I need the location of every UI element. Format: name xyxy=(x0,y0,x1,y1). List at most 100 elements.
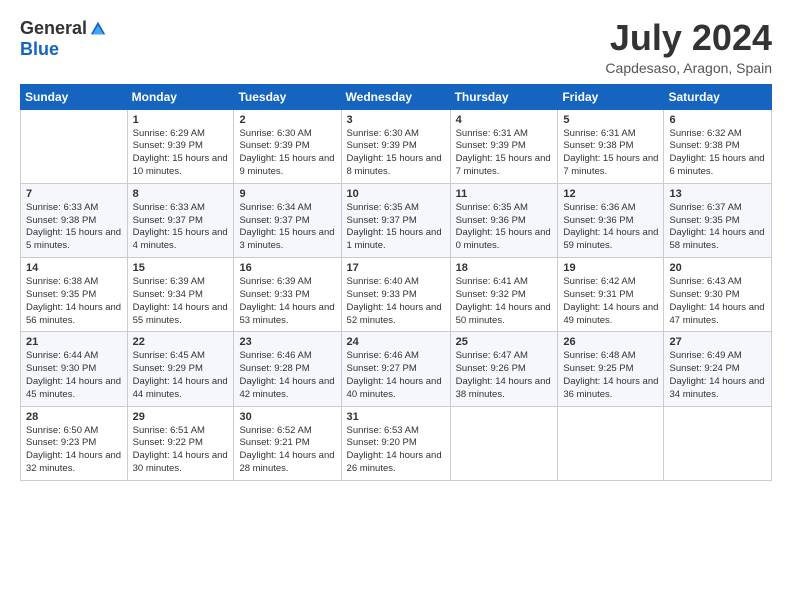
cell-day-number: 15 xyxy=(133,262,229,274)
calendar-cell: 23 Sunrise: 6:46 AMSunset: 9:28 PMDayligh… xyxy=(234,332,341,406)
calendar-cell: 31 Sunrise: 6:53 AMSunset: 9:20 PMDayligh… xyxy=(341,406,450,480)
month-title: July 2024 xyxy=(605,18,772,58)
calendar-cell xyxy=(558,406,664,480)
cell-info: Sunrise: 6:45 AMSunset: 9:29 PMDaylight:… xyxy=(133,350,229,401)
weekday-header-tuesday: Tuesday xyxy=(234,84,341,109)
calendar-cell xyxy=(450,406,558,480)
cell-info: Sunrise: 6:41 AMSunset: 9:32 PMDaylight:… xyxy=(456,276,553,327)
calendar-cell: 6Sunrise: 6:32 AMSunset: 9:38 PMDaylight… xyxy=(664,109,772,183)
calendar-cell: 20Sunrise: 6:43 AMSunset: 9:30 PMDayligh… xyxy=(664,258,772,332)
cell-info: Sunrise: 6:30 AMSunset: 9:39 PMDaylight:… xyxy=(347,128,445,179)
cell-info: Sunrise: 6:35 AMSunset: 9:37 PMDaylight:… xyxy=(347,202,445,253)
calendar-cell: 27Sunrise: 6:49 AMSunset: 9:24 PMDayligh… xyxy=(664,332,772,406)
cell-day-number: 31 xyxy=(347,411,445,423)
weekday-row: SundayMondayTuesdayWednesdayThursdayFrid… xyxy=(21,84,772,109)
weekday-header-wednesday: Wednesday xyxy=(341,84,450,109)
cell-day-number: 4 xyxy=(456,114,553,126)
calendar-cell: 21 Sunrise: 6:44 AMSunset: 9:30 PMDayligh… xyxy=(21,332,128,406)
calendar-cell: 2Sunrise: 6:30 AMSunset: 9:39 PMDaylight… xyxy=(234,109,341,183)
cell-info: Sunrise: 6:52 AMSunset: 9:21 PMDaylight:… xyxy=(239,425,335,476)
weekday-header-thursday: Thursday xyxy=(450,84,558,109)
page: General Blue July 2024 Capdesaso, Aragon… xyxy=(0,0,792,612)
calendar-cell: 18 Sunrise: 6:41 AMSunset: 9:32 PMDayligh… xyxy=(450,258,558,332)
cell-info: Sunrise: 6:30 AMSunset: 9:39 PMDaylight:… xyxy=(239,128,335,179)
cell-info: Sunrise: 6:38 AMSunset: 9:35 PMDaylight:… xyxy=(26,276,122,327)
cell-day-number: 21 xyxy=(26,336,122,348)
cell-day-number: 18 xyxy=(456,262,553,274)
calendar-cell: 22Sunrise: 6:45 AMSunset: 9:29 PMDayligh… xyxy=(127,332,234,406)
cell-day-number: 3 xyxy=(347,114,445,126)
location: Capdesaso, Aragon, Spain xyxy=(605,60,772,76)
cell-day-number: 16 xyxy=(239,262,335,274)
calendar-cell: 12Sunrise: 6:36 AMSunset: 9:36 PMDayligh… xyxy=(558,183,664,257)
cell-day-number: 24 xyxy=(347,336,445,348)
cell-day-number: 7 xyxy=(26,188,122,200)
cell-info: Sunrise: 6:46 AMSunset: 9:28 PMDaylight:… xyxy=(239,350,335,401)
weekday-header-friday: Friday xyxy=(558,84,664,109)
calendar-cell: 14 Sunrise: 6:38 AMSunset: 9:35 PMDayligh… xyxy=(21,258,128,332)
cell-day-number: 13 xyxy=(669,188,766,200)
cell-day-number: 26 xyxy=(563,336,658,348)
cell-day-number: 5 xyxy=(563,114,658,126)
calendar-cell: 11 Sunrise: 6:35 AMSunset: 9:36 PMDayligh… xyxy=(450,183,558,257)
logo: General Blue xyxy=(20,18,107,60)
cell-day-number: 27 xyxy=(669,336,766,348)
cell-info: Sunrise: 6:47 AMSunset: 9:26 PMDaylight:… xyxy=(456,350,553,401)
weekday-header-sunday: Sunday xyxy=(21,84,128,109)
cell-info: Sunrise: 6:42 AMSunset: 9:31 PMDaylight:… xyxy=(563,276,658,327)
calendar-cell: 9 Sunrise: 6:34 AMSunset: 9:37 PMDaylight… xyxy=(234,183,341,257)
calendar-week-1: 1 Sunrise: 6:29 AMSunset: 9:39 PMDaylight… xyxy=(21,109,772,183)
logo-general-text: General xyxy=(20,18,87,39)
cell-info: Sunrise: 6:53 AMSunset: 9:20 PMDaylight:… xyxy=(347,425,445,476)
cell-day-number: 9 xyxy=(239,188,335,200)
calendar-week-3: 14 Sunrise: 6:38 AMSunset: 9:35 PMDayligh… xyxy=(21,258,772,332)
cell-info: Sunrise: 6:31 AMSunset: 9:38 PMDaylight:… xyxy=(563,128,658,179)
calendar-cell: 16 Sunrise: 6:39 AMSunset: 9:33 PMDayligh… xyxy=(234,258,341,332)
cell-info: Sunrise: 6:39 AMSunset: 9:33 PMDaylight:… xyxy=(239,276,335,327)
calendar-body: 1 Sunrise: 6:29 AMSunset: 9:39 PMDaylight… xyxy=(21,109,772,480)
calendar-header: SundayMondayTuesdayWednesdayThursdayFrid… xyxy=(21,84,772,109)
logo-icon xyxy=(89,20,107,38)
cell-day-number: 6 xyxy=(669,114,766,126)
cell-info: Sunrise: 6:33 AMSunset: 9:38 PMDaylight:… xyxy=(26,202,122,253)
cell-day-number: 25 xyxy=(456,336,553,348)
cell-day-number: 14 xyxy=(26,262,122,274)
calendar-table: SundayMondayTuesdayWednesdayThursdayFrid… xyxy=(20,84,772,481)
cell-info: Sunrise: 6:46 AMSunset: 9:27 PMDaylight:… xyxy=(347,350,445,401)
calendar-cell xyxy=(664,406,772,480)
cell-info: Sunrise: 6:34 AMSunset: 9:37 PMDaylight:… xyxy=(239,202,335,253)
cell-day-number: 28 xyxy=(26,411,122,423)
cell-day-number: 11 xyxy=(456,188,553,200)
cell-info: Sunrise: 6:35 AMSunset: 9:36 PMDaylight:… xyxy=(456,202,553,253)
calendar-cell: 1 Sunrise: 6:29 AMSunset: 9:39 PMDaylight… xyxy=(127,109,234,183)
cell-info: Sunrise: 6:44 AMSunset: 9:30 PMDaylight:… xyxy=(26,350,122,401)
cell-day-number: 1 xyxy=(133,114,229,126)
cell-info: Sunrise: 6:40 AMSunset: 9:33 PMDaylight:… xyxy=(347,276,445,327)
cell-day-number: 17 xyxy=(347,262,445,274)
calendar-cell xyxy=(21,109,128,183)
cell-info: Sunrise: 6:39 AMSunset: 9:34 PMDaylight:… xyxy=(133,276,229,327)
calendar-cell: 29 Sunrise: 6:51 AMSunset: 9:22 PMDayligh… xyxy=(127,406,234,480)
calendar-cell: 3 Sunrise: 6:30 AMSunset: 9:39 PMDaylight… xyxy=(341,109,450,183)
calendar-cell: 30Sunrise: 6:52 AMSunset: 9:21 PMDayligh… xyxy=(234,406,341,480)
cell-info: Sunrise: 6:50 AMSunset: 9:23 PMDaylight:… xyxy=(26,425,122,476)
calendar-cell: 24 Sunrise: 6:46 AMSunset: 9:27 PMDayligh… xyxy=(341,332,450,406)
cell-day-number: 20 xyxy=(669,262,766,274)
title-section: July 2024 Capdesaso, Aragon, Spain xyxy=(605,18,772,76)
cell-info: Sunrise: 6:51 AMSunset: 9:22 PMDaylight:… xyxy=(133,425,229,476)
calendar-cell: 4 Sunrise: 6:31 AMSunset: 9:39 PMDaylight… xyxy=(450,109,558,183)
calendar-cell: 25 Sunrise: 6:47 AMSunset: 9:26 PMDayligh… xyxy=(450,332,558,406)
calendar-cell: 7 Sunrise: 6:33 AMSunset: 9:38 PMDaylight… xyxy=(21,183,128,257)
calendar-week-5: 28 Sunrise: 6:50 AMSunset: 9:23 PMDayligh… xyxy=(21,406,772,480)
cell-info: Sunrise: 6:37 AMSunset: 9:35 PMDaylight:… xyxy=(669,202,766,253)
calendar-cell: 5 Sunrise: 6:31 AMSunset: 9:38 PMDaylight… xyxy=(558,109,664,183)
calendar-cell: 10Sunrise: 6:35 AMSunset: 9:37 PMDayligh… xyxy=(341,183,450,257)
cell-info: Sunrise: 6:29 AMSunset: 9:39 PMDaylight:… xyxy=(133,128,229,179)
cell-info: Sunrise: 6:31 AMSunset: 9:39 PMDaylight:… xyxy=(456,128,553,179)
cell-day-number: 23 xyxy=(239,336,335,348)
cell-day-number: 19 xyxy=(563,262,658,274)
calendar-cell: 15 Sunrise: 6:39 AMSunset: 9:34 PMDayligh… xyxy=(127,258,234,332)
cell-day-number: 29 xyxy=(133,411,229,423)
calendar-cell: 28 Sunrise: 6:50 AMSunset: 9:23 PMDayligh… xyxy=(21,406,128,480)
cell-day-number: 8 xyxy=(133,188,229,200)
